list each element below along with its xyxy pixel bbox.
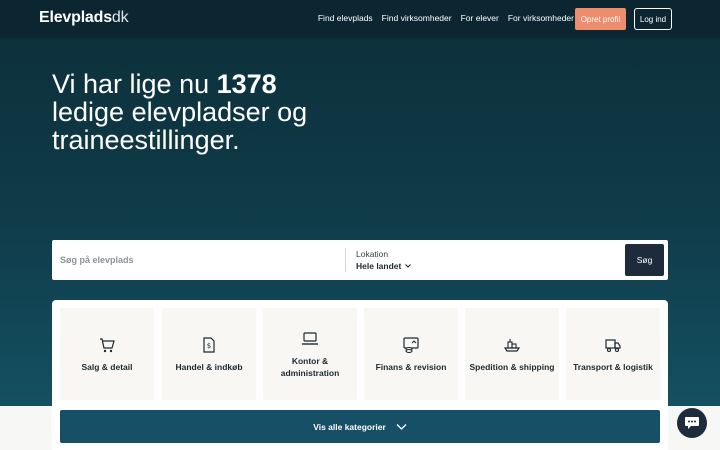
site-logo[interactable]: Elevpladsdk [39,9,129,27]
nav-find-virksomheder[interactable]: Find virksomheder [382,13,452,23]
truck-icon [605,338,621,352]
category-card-handel[interactable]: $ Handel & indkøb [162,308,256,400]
show-all-label: Vis alle kategorier [313,421,386,432]
category-card-finans[interactable]: Finans & revision [364,308,458,400]
receipt-icon: $ [203,336,215,353]
location-label: Lokation [356,249,389,259]
signup-button[interactable]: Opret profil [575,8,626,30]
category-label: Finans & revision [375,361,447,372]
site-header: Elevpladsdk Find elevplads Find virksomh… [0,0,720,38]
category-panel: Salg & detail $ Handel & indkøb Kontor &… [52,300,668,450]
nav-for-virksomheder[interactable]: For virksomheder [508,13,574,23]
finance-icon [403,336,419,353]
chevron-down-icon [396,423,407,430]
login-button[interactable]: Log ind [634,8,672,30]
category-label: Spedition & shipping [469,361,555,372]
category-card-transport[interactable]: Transport & logistik [566,308,660,400]
search-input[interactable] [60,250,336,270]
show-all-categories-button[interactable]: Vis alle kategorier [60,410,660,443]
category-label: Handel & indkøb [175,361,243,372]
main-nav: Find elevplads Find virksomheder For ele… [318,13,574,23]
nav-for-elever[interactable]: For elever [461,13,499,23]
category-card-salg[interactable]: Salg & detail [60,308,154,400]
hero-title: Vi har lige nu 1378 ledige elevpladser o… [52,69,308,155]
search-button[interactable]: Søg [625,244,664,276]
location-value: Hele landet [356,261,402,271]
chevron-down-icon [405,264,412,268]
chat-bubble-icon [685,417,699,429]
vacancy-count: 1378 [216,69,277,99]
nav-find-elevplads[interactable]: Find elevplads [318,13,373,23]
search-divider [345,248,346,272]
category-label: Salg & detail [81,361,133,372]
category-label: Kontor & administration [280,355,340,378]
location-select[interactable]: Hele landet [356,261,412,271]
svg-text:$: $ [207,342,211,350]
shopping-cart-icon [100,337,115,352]
chat-button[interactable] [677,408,707,438]
category-card-kontor[interactable]: Kontor & administration [263,308,357,400]
laptop-icon [302,331,318,345]
category-label: Transport & logistik [573,361,653,372]
ship-icon [503,338,521,352]
search-bar: Lokation Hele landet Søg [52,240,668,280]
category-card-spedition[interactable]: Spedition & shipping [465,308,559,400]
